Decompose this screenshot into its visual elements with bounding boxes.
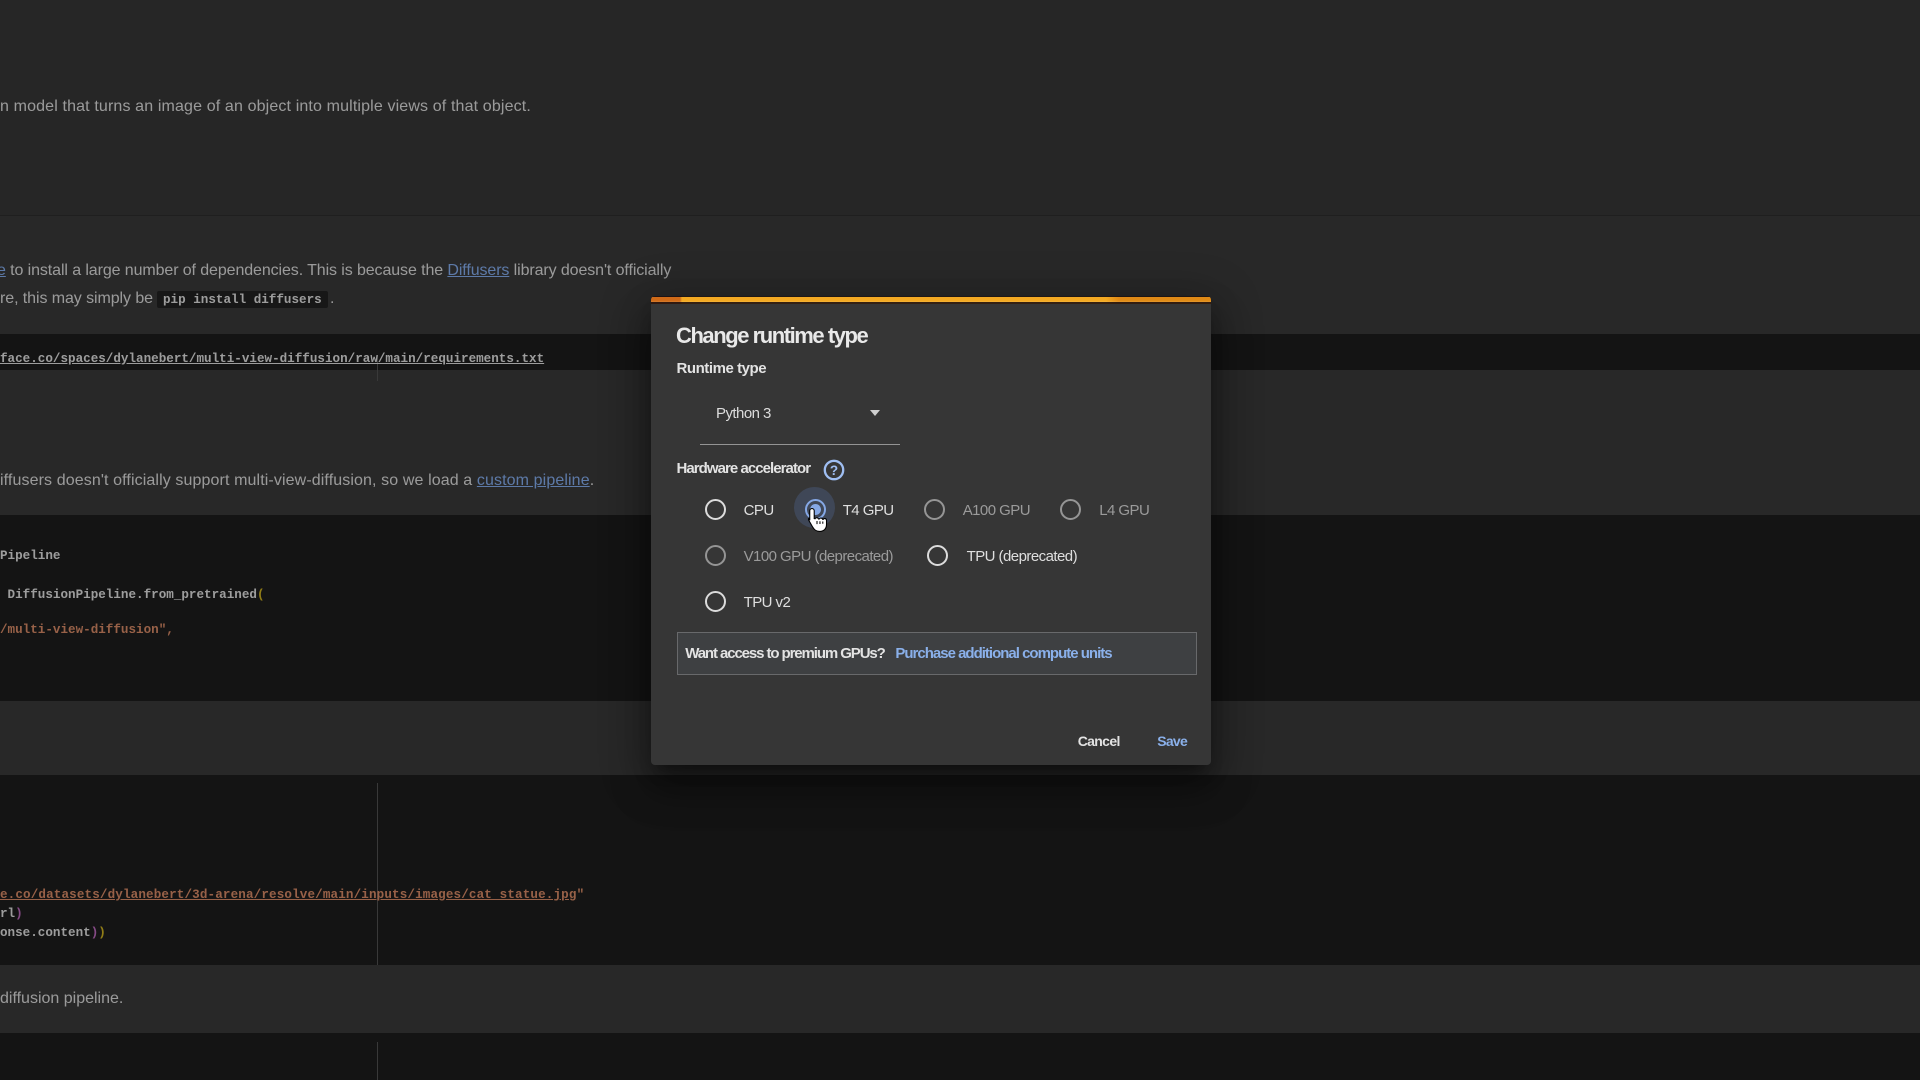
svg-text:?: ? xyxy=(829,462,837,477)
